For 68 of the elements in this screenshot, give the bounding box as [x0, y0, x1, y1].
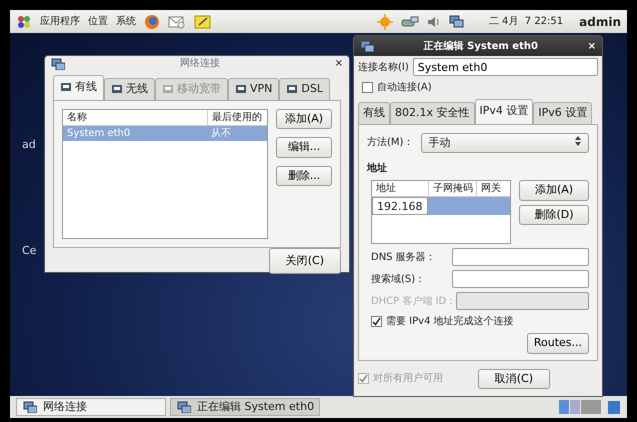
- field-label: DNS 服务器：: [371, 250, 437, 264]
- tab[interactable]: 802.1x 安全性: [390, 102, 474, 124]
- desktop-icon-label[interactable]: ad: [22, 137, 36, 154]
- speaker-icon[interactable]: [426, 14, 441, 28]
- checkbox[interactable]: [362, 82, 373, 93]
- network-card-icon: [286, 84, 298, 94]
- network-card-icon: [162, 84, 174, 94]
- close-button[interactable]: ×: [334, 56, 343, 71]
- text-field[interactable]: [452, 270, 589, 288]
- user-name[interactable]: admin: [579, 12, 621, 30]
- section-heading: 地址: [367, 162, 388, 176]
- browser-icon[interactable]: [144, 14, 160, 30]
- close-button[interactable]: ×: [588, 38, 596, 54]
- tab[interactable]: IPv6 设置: [533, 102, 592, 124]
- menu-item[interactable]: 系统: [116, 14, 136, 29]
- network-card-icon: [111, 84, 123, 94]
- address-field[interactable]: 192.168: [372, 197, 428, 215]
- checkbox-label: 自动连接(A): [377, 80, 432, 95]
- close-button[interactable]: 关闭(C): [268, 248, 341, 274]
- dialog-button[interactable]: 添加(A): [276, 108, 332, 129]
- method-dropdown[interactable]: 手动: [421, 132, 589, 153]
- text-field[interactable]: [452, 248, 589, 266]
- clock-text[interactable]: 二 4月 7 22:51: [488, 14, 564, 29]
- checkbox-label: 需要 IPv4 地址完成这个连接: [386, 314, 514, 329]
- window-icon: [360, 40, 374, 52]
- network-card-icon: [60, 82, 72, 92]
- workspace-switcher-icon[interactable]: [559, 399, 603, 415]
- field-label: 连接名称(I): [358, 60, 409, 74]
- tab[interactable]: IPv4 设置: [474, 99, 534, 124]
- window-icon: [23, 401, 37, 413]
- menu-item[interactable]: 位置: [88, 14, 108, 29]
- spinner-arrows-icon: [574, 134, 582, 146]
- field-label: 方法(M)：: [367, 136, 414, 150]
- checkbox[interactable]: [371, 316, 382, 327]
- column-header[interactable]: 网关: [476, 181, 510, 196]
- column-header[interactable]: 地址: [372, 181, 428, 196]
- column-header[interactable]: 最后使用的: [207, 110, 267, 124]
- tab[interactable]: DSL: [279, 78, 330, 100]
- dialog-button[interactable]: 编辑...: [276, 137, 332, 158]
- window-title: 网络连接: [178, 56, 221, 71]
- taskbar-button[interactable]: 网络连接: [16, 398, 166, 416]
- tab[interactable]: 有线: [358, 102, 390, 124]
- window-icon: [51, 58, 65, 70]
- note-icon[interactable]: [194, 14, 212, 30]
- foot-logo-icon[interactable]: [16, 14, 32, 28]
- name-field[interactable]: System eth0: [412, 58, 598, 76]
- dialog-button[interactable]: 删除...: [276, 166, 332, 186]
- desktop-icon-label[interactable]: Ce: [22, 243, 36, 260]
- column-header[interactable]: 子网掩码: [428, 181, 476, 196]
- dialog-button[interactable]: 删除(D): [519, 204, 589, 225]
- dialog-button[interactable]: 添加(A): [519, 180, 589, 200]
- routes-button[interactable]: Routes...: [526, 333, 589, 354]
- cancel-button[interactable]: 取消(C): [478, 368, 550, 389]
- network-card-icon: [235, 84, 247, 94]
- window-title: 正在编辑 System eth0: [422, 40, 539, 54]
- window-icon: [177, 401, 191, 413]
- tab[interactable]: 无线: [104, 78, 155, 100]
- tab[interactable]: 有线: [53, 75, 104, 100]
- menu-item[interactable]: 应用程序: [40, 14, 80, 29]
- tab[interactable]: VPN: [228, 78, 280, 100]
- network-icon[interactable]: [400, 14, 419, 28]
- network-icon[interactable]: [448, 14, 465, 28]
- field-label: 搜索域(S)：: [371, 272, 426, 286]
- mail-icon[interactable]: [168, 14, 186, 30]
- field-label: DHCP 客户端 ID：: [371, 294, 456, 308]
- column-header[interactable]: 名称: [63, 110, 207, 124]
- checkbox-label: 对所有用户可用: [373, 372, 443, 386]
- taskbar-button[interactable]: 正在编辑 System eth0: [170, 398, 320, 416]
